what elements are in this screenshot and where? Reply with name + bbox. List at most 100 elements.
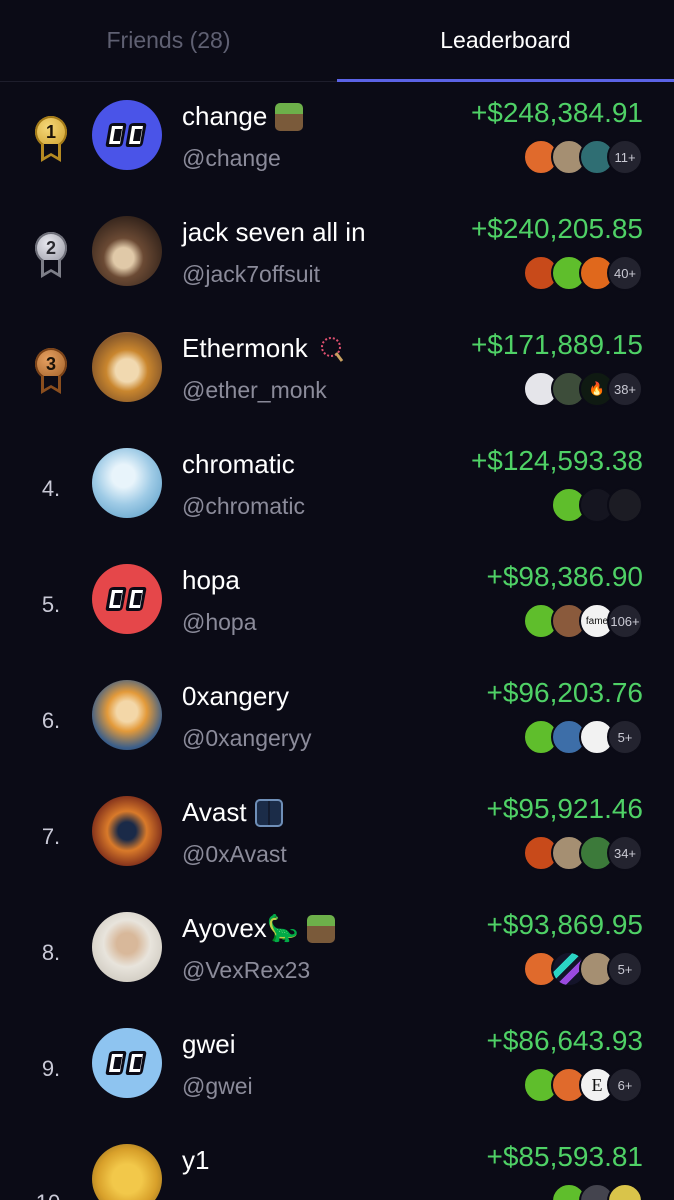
username: @hopa [182, 609, 257, 635]
tab-leaderboard[interactable]: Leaderboard [337, 0, 674, 82]
rank-number: 5. [41, 592, 61, 617]
display-name: Ayovex🦕 [182, 913, 336, 944]
avatar[interactable] [92, 680, 162, 750]
rank-cell: 9. [28, 1011, 74, 1127]
token-stack: 34+ [523, 835, 643, 871]
display-name: change [182, 101, 304, 132]
leaderboard-row[interactable]: 7. Avast @0xAvast +$95,921.46 34+ [0, 779, 674, 895]
more-tokens-count: 34+ [607, 835, 643, 871]
more-tokens-count: 6+ [607, 1067, 643, 1103]
avatar[interactable] [92, 332, 162, 402]
leaderboard-row[interactable]: 5. hopa @hopa +$98,386.90 106+ fame [0, 547, 674, 663]
more-tokens-count: 38+ [607, 371, 643, 407]
leaderboard-row[interactable]: 10. y1 +$85,593.81 [0, 1127, 674, 1200]
display-name: 0xangery [182, 681, 289, 712]
display-name: gwei [182, 1029, 235, 1060]
more-tokens-count: 106+ [607, 603, 643, 639]
rank-number: 10. [36, 1190, 67, 1200]
eyes-logo-icon [105, 123, 147, 147]
rank-number: 7. [41, 824, 61, 849]
rank-cell: 4. [28, 431, 74, 547]
username: @0xAvast [182, 841, 287, 867]
avatar[interactable] [92, 564, 162, 634]
display-name: Avast [182, 797, 283, 828]
username: @chromatic [182, 493, 306, 519]
active-tab-indicator [337, 79, 674, 82]
rank-number: 9. [41, 1056, 61, 1081]
token-stack [551, 487, 643, 523]
pnl-amount: +$96,203.76 [486, 677, 644, 708]
username: @VexRex23 [182, 957, 311, 983]
tab-bar: Friends (28) Leaderboard [0, 0, 674, 82]
token-stack: 6+ E [523, 1067, 643, 1103]
tab-friends[interactable]: Friends (28) [0, 0, 337, 81]
pnl-amount: +$98,386.90 [486, 561, 644, 592]
more-tokens-count: 5+ [607, 719, 643, 755]
username: @change [182, 145, 281, 171]
display-name: chromatic [182, 449, 295, 480]
pnl-amount: +$95,921.46 [486, 793, 644, 824]
leaderboard-row[interactable]: 8. Ayovex🦕 @VexRex23 +$93,869.95 5+ [0, 895, 674, 1011]
token-icon [607, 487, 643, 523]
display-name: hopa [182, 565, 240, 596]
more-tokens-count: 11+ [607, 139, 643, 175]
display-name-text: Avast [182, 797, 247, 827]
pnl-amount: +$93,869.95 [486, 909, 644, 940]
leaderboard-row[interactable]: 4. chromatic @chromatic +$124,593.38 [0, 431, 674, 547]
pnl-amount: +$124,593.38 [470, 445, 643, 476]
display-name: Ethermonk [182, 333, 346, 364]
rank-cell: 5. [28, 547, 74, 663]
leaderboard-row[interactable]: 6. 0xangery @0xangeryy +$96,203.76 5+ [0, 663, 674, 779]
rank-cell: 3 [28, 315, 74, 431]
leaderboard-row[interactable]: 3 Ethermonk @ether_monk +$171,889.15 38+… [0, 315, 674, 431]
leaderboard-row[interactable]: 2 jack seven all in @jack7offsuit +$240,… [0, 199, 674, 315]
display-name: y1 [182, 1145, 209, 1176]
username: @ether_monk [182, 377, 327, 403]
rank-number: 8. [41, 940, 61, 965]
rank-number: 6. [41, 708, 61, 733]
avatar[interactable] [92, 796, 162, 866]
token-stack: 106+ fame [523, 603, 643, 639]
display-name-text: chromatic [182, 449, 295, 479]
username: @jack7offsuit [182, 261, 320, 287]
minecraft-block-icon [275, 102, 304, 131]
rank-cell: 10. [28, 1127, 74, 1200]
pnl-amount: +$248,384.91 [470, 97, 643, 128]
token-stack: 5+ [523, 951, 643, 987]
leaderboard-row[interactable]: 1 change @change +$248,384.91 11+ [0, 83, 674, 199]
avatar[interactable] [92, 216, 162, 286]
window-icon [254, 798, 283, 827]
rank-number: 4. [41, 476, 61, 501]
token-stack: 5+ [523, 719, 643, 755]
pnl-amount: +$85,593.81 [486, 1141, 644, 1172]
display-name-text: Ayovex🦕 [182, 913, 300, 943]
rank-cell: 8. [28, 895, 74, 1011]
display-name-text: Ethermonk [182, 333, 308, 363]
bronze-medal-icon: 3 [34, 348, 68, 398]
display-name-text: change [182, 101, 268, 131]
more-tokens-count: 5+ [607, 951, 643, 987]
token-stack: 38+ 🔥 [523, 371, 643, 407]
token-stack: 11+ [523, 139, 643, 175]
rank-cell: 6. [28, 663, 74, 779]
rank-cell: 2 [28, 199, 74, 315]
eyes-logo-icon [105, 1051, 147, 1075]
display-name: jack seven all in [182, 217, 366, 248]
display-name-text: jack seven all in [182, 217, 366, 247]
avatar[interactable] [92, 100, 162, 170]
avatar[interactable] [92, 1028, 162, 1098]
username: @0xangeryy [182, 725, 312, 751]
token-icon [607, 1183, 643, 1200]
display-name-text: gwei [182, 1029, 236, 1059]
token-stack: 40+ [523, 255, 643, 291]
leaderboard-row[interactable]: 9. gwei @gwei +$86,643.93 6+ E [0, 1011, 674, 1127]
avatar[interactable] [92, 448, 162, 518]
pnl-amount: +$86,643.93 [486, 1025, 644, 1056]
rosary-icon [320, 336, 343, 362]
pnl-amount: +$240,205.85 [470, 213, 643, 244]
tab-leaderboard-label: Leaderboard [440, 27, 571, 53]
avatar[interactable] [92, 1144, 162, 1200]
eyes-logo-icon [105, 587, 147, 611]
avatar[interactable] [92, 912, 162, 982]
more-tokens-count: 40+ [607, 255, 643, 291]
